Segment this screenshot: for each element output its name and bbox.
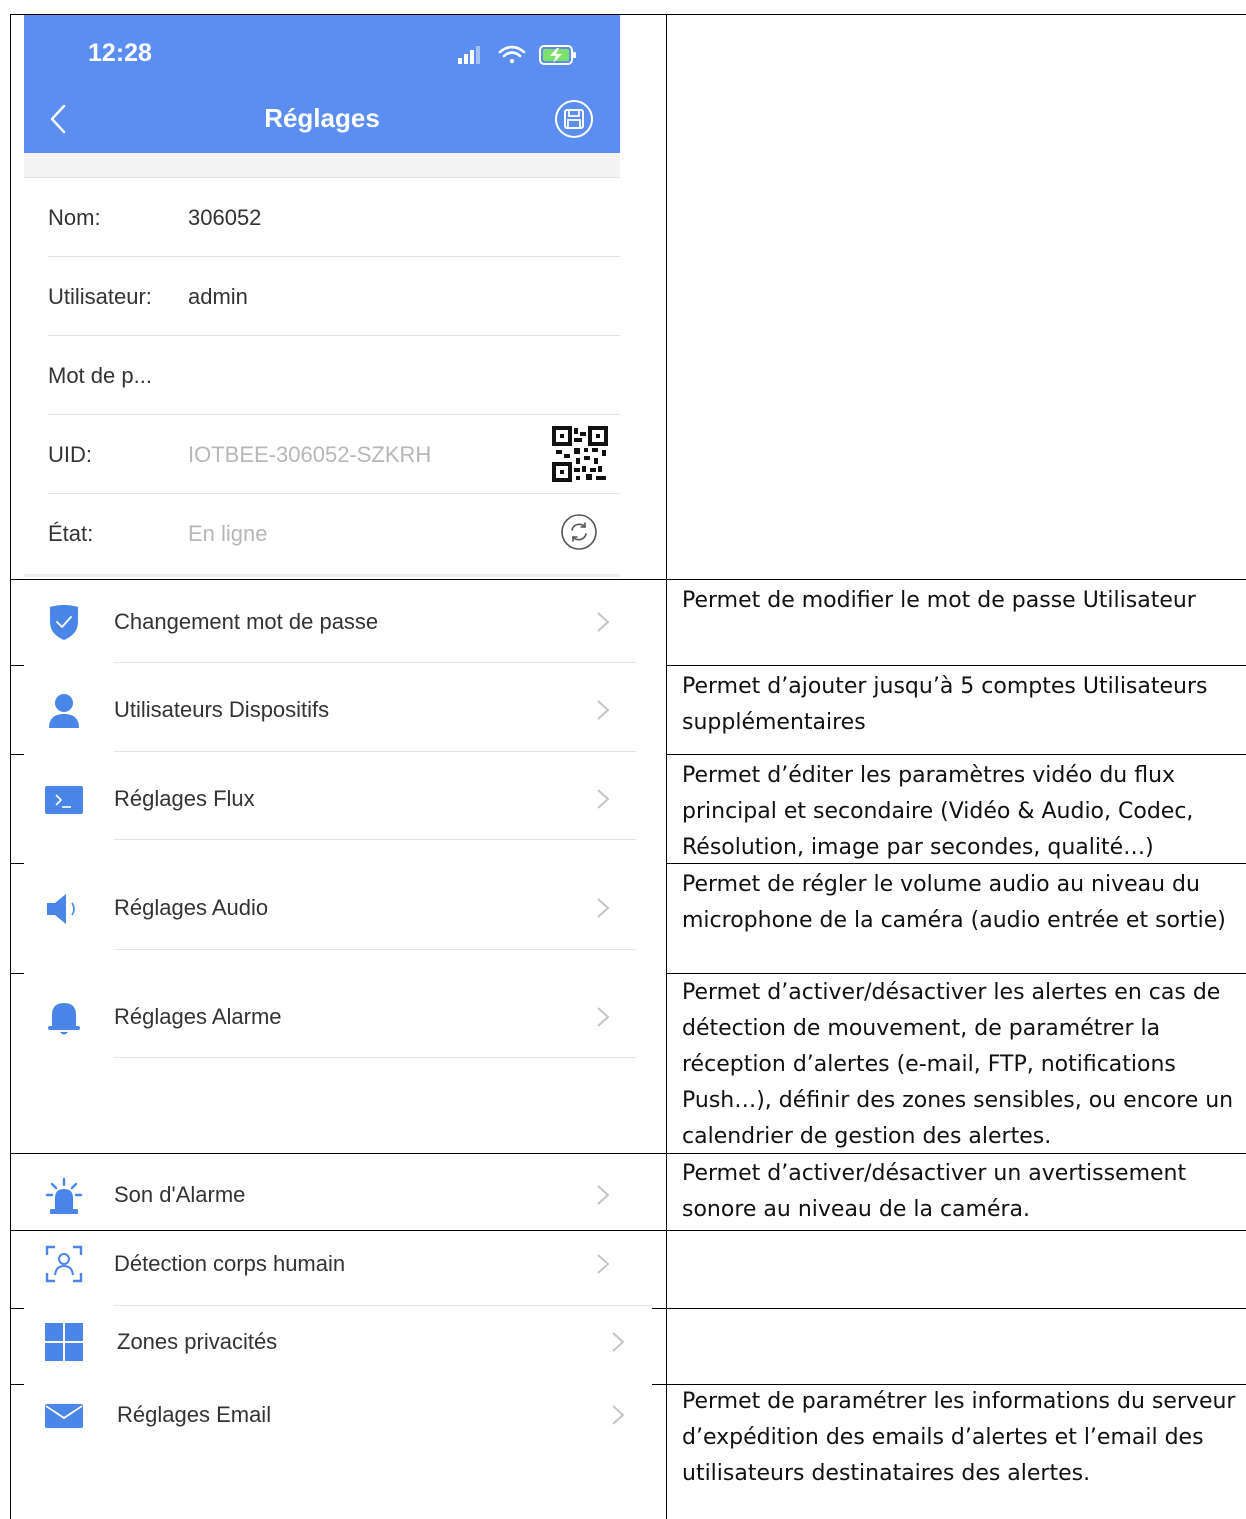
name-label: Nom: <box>48 205 101 230</box>
menu-label: Changement mot de passe <box>114 609 379 634</box>
user-value[interactable]: admin <box>188 284 248 310</box>
state-value: En ligne <box>188 521 268 546</box>
uid-label: UID: <box>48 442 92 467</box>
speaker-icon <box>47 894 75 924</box>
user-icon <box>49 694 79 728</box>
description-alarm-settings: Permet d’activer/désactiver les alertes … <box>682 980 1234 1149</box>
menu-label: Son d'Alarme <box>114 1182 246 1207</box>
uid-value: IOTBEE-306052-SZKRH <box>188 442 432 467</box>
refresh-icon[interactable] <box>560 513 598 551</box>
grid-icon <box>45 1323 83 1361</box>
info-row-state: État: En ligne <box>48 495 620 573</box>
description-device-users: Permet d’ajouter jusqu’à 5 comptes Utili… <box>682 674 1208 735</box>
description-stream-settings: Permet d’éditer les paramètres vidéo du … <box>682 763 1194 860</box>
chevron-right-icon <box>612 1405 625 1425</box>
chevron-right-icon <box>612 1332 625 1352</box>
info-row-password[interactable]: Mot de p... <box>48 337 620 415</box>
menu-label: Détection corps humain <box>114 1251 346 1276</box>
chevron-right-icon <box>597 612 610 632</box>
status-icons <box>458 45 576 65</box>
bell-icon <box>48 1003 80 1035</box>
signal-icon <box>458 46 480 64</box>
save-icon[interactable] <box>554 99 594 139</box>
qr-code-icon[interactable] <box>552 426 608 482</box>
mail-icon <box>45 1404 83 1428</box>
menu-label: Réglages Alarme <box>114 1004 282 1029</box>
info-row-uid: UID: IOTBEE-306052-SZKRH <box>48 416 620 494</box>
chevron-right-icon <box>597 898 610 918</box>
chevron-right-icon <box>597 1007 610 1027</box>
chevron-right-icon <box>597 1185 610 1205</box>
description-email-settings: Permet de paramétrer les informations du… <box>682 1389 1236 1486</box>
user-label: Utilisateur: <box>48 284 152 309</box>
section-spacer <box>24 153 620 178</box>
state-label: État: <box>48 521 94 546</box>
info-row-name: Nom: 306052 <box>48 179 620 257</box>
terminal-icon <box>45 786 83 814</box>
siren-icon <box>45 1177 83 1214</box>
menu-label: Utilisateurs Dispositifs <box>114 697 330 722</box>
shield-check-icon <box>50 605 78 640</box>
page-title: Réglages <box>264 103 380 133</box>
battery-charging-icon <box>539 45 576 65</box>
menu-label: Réglages Email <box>117 1402 272 1427</box>
wifi-icon <box>498 45 526 64</box>
status-time: 12:28 <box>88 39 152 67</box>
password-label: Mot de p... <box>48 363 152 388</box>
chevron-right-icon <box>597 700 610 720</box>
description-alarm-sound: Permet d’activer/désactiver un avertisse… <box>682 1161 1187 1222</box>
description-password: Permet de modifier le mot de passe Utili… <box>682 588 1196 613</box>
section-spacer <box>24 574 620 577</box>
menu-label: Réglages Flux <box>114 786 255 811</box>
human-detection-icon <box>45 1245 83 1283</box>
menu-label: Zones privacités <box>117 1329 278 1354</box>
chevron-right-icon <box>597 1254 610 1274</box>
menu-label: Réglages Audio <box>114 895 269 920</box>
description-audio-settings: Permet de régler le volume audio au nive… <box>682 872 1226 933</box>
app-header: 12:28 Réglages <box>24 15 620 153</box>
chevron-right-icon <box>597 789 610 809</box>
info-row-user: Utilisateur: admin <box>48 258 620 336</box>
name-value[interactable]: 306052 <box>188 205 261 231</box>
